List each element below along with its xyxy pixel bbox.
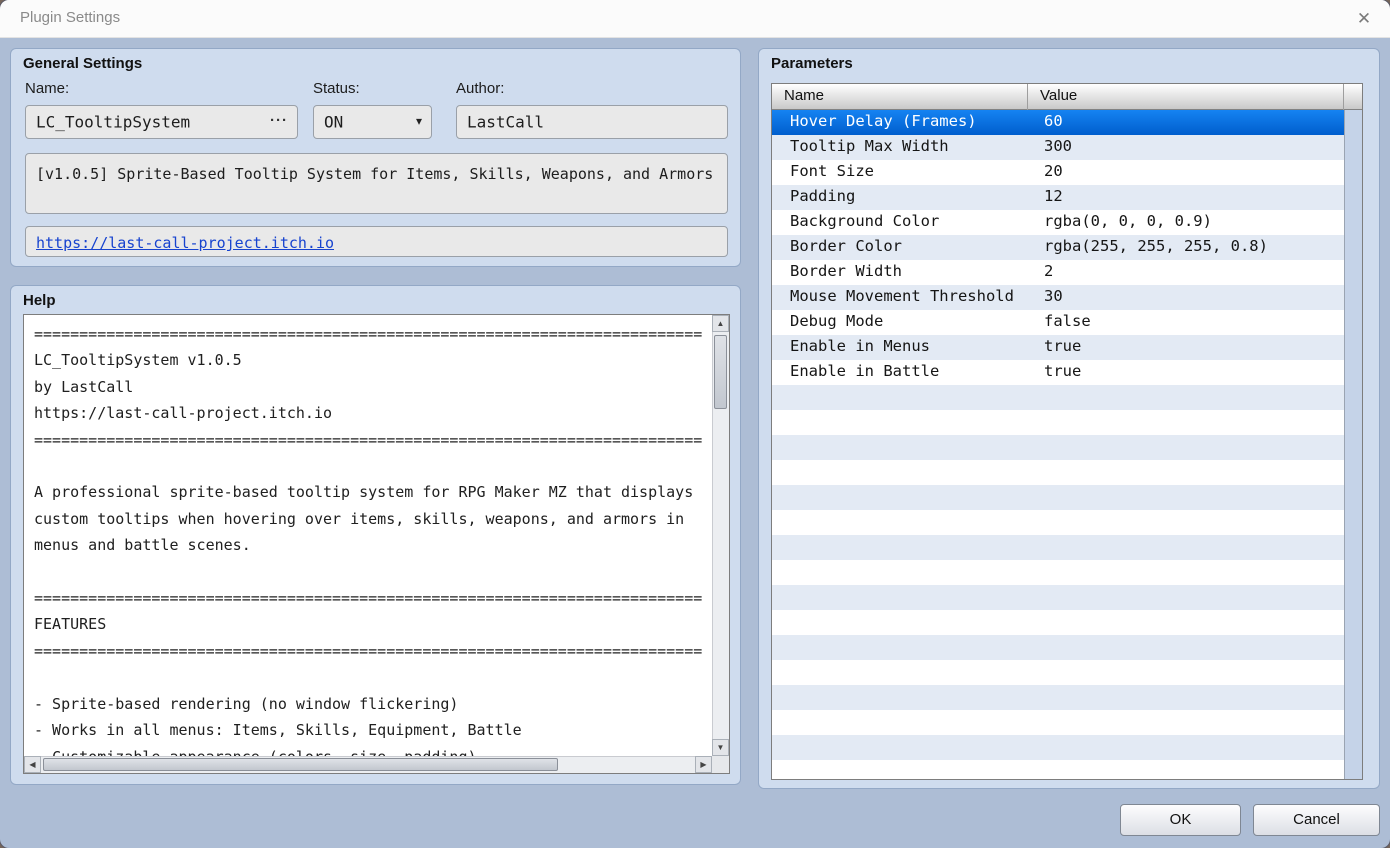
- param-name: Mouse Movement Threshold: [790, 287, 1014, 305]
- param-value: true: [1044, 362, 1082, 380]
- param-row[interactable]: Padding 12: [772, 185, 1344, 210]
- param-row[interactable]: [772, 385, 1344, 410]
- cancel-button[interactable]: Cancel: [1253, 804, 1380, 836]
- param-row[interactable]: [772, 710, 1344, 735]
- param-row[interactable]: Enable in Menus true: [772, 335, 1344, 360]
- param-row[interactable]: Background Color rgba(0, 0, 0, 0.9): [772, 210, 1344, 235]
- param-row[interactable]: [772, 510, 1344, 535]
- parameters-table-body: Hover Delay (Frames) 60 Tooltip Max Widt…: [772, 110, 1344, 779]
- status-select[interactable]: ON ▼: [313, 105, 432, 139]
- param-row[interactable]: Debug Mode false: [772, 310, 1344, 335]
- scroll-right-icon[interactable]: ▶: [695, 756, 712, 773]
- column-header-name[interactable]: Name: [772, 84, 1028, 110]
- param-value: 60: [1044, 112, 1063, 130]
- window-title: Plugin Settings: [20, 9, 121, 26]
- param-row[interactable]: [772, 635, 1344, 660]
- more-options-icon[interactable]: ···: [270, 112, 288, 129]
- plugin-url-link[interactable]: https://last-call-project.itch.io: [36, 234, 334, 252]
- param-name: Enable in Battle: [790, 362, 940, 380]
- param-value: rgba(255, 255, 255, 0.8): [1044, 237, 1268, 255]
- param-name: Enable in Menus: [790, 337, 930, 355]
- plugin-settings-dialog: Plugin Settings ✕ General Settings Name:…: [0, 0, 1390, 848]
- title-bar: Plugin Settings ✕: [0, 0, 1390, 38]
- param-row[interactable]: Hover Delay (Frames) 60: [772, 110, 1344, 135]
- param-name: Font Size: [790, 162, 874, 180]
- close-icon[interactable]: ✕: [1350, 6, 1378, 32]
- author-field[interactable]: LastCall: [456, 105, 728, 139]
- help-title: Help: [23, 292, 56, 309]
- param-name: Tooltip Max Width: [790, 137, 949, 155]
- param-row[interactable]: [772, 535, 1344, 560]
- parameters-scrollbar-track[interactable]: [1344, 110, 1362, 779]
- parameters-table-header: Name Value: [772, 84, 1362, 110]
- param-row[interactable]: Tooltip Max Width 300: [772, 135, 1344, 160]
- chevron-down-icon: ▼: [415, 116, 422, 128]
- param-row[interactable]: Font Size 20: [772, 160, 1344, 185]
- help-textarea[interactable]: ========================================…: [23, 314, 730, 774]
- column-header-value[interactable]: Value: [1028, 84, 1344, 110]
- param-row[interactable]: [772, 460, 1344, 485]
- plugin-link-box: https://last-call-project.itch.io: [25, 226, 728, 257]
- plugin-name-field[interactable]: LC_TooltipSystem ···: [25, 105, 298, 139]
- param-row[interactable]: [772, 685, 1344, 710]
- plugin-name-value: LC_TooltipSystem: [36, 112, 191, 132]
- status-label: Status:: [313, 80, 360, 97]
- param-row[interactable]: [772, 610, 1344, 635]
- param-row[interactable]: [772, 735, 1344, 760]
- scroll-left-icon[interactable]: ◀: [24, 756, 41, 773]
- param-value: 300: [1044, 137, 1072, 155]
- param-name: Padding: [790, 187, 856, 205]
- param-value: rgba(0, 0, 0, 0.9): [1044, 212, 1212, 230]
- scroll-down-icon[interactable]: ▼: [712, 739, 729, 756]
- author-value: LastCall: [467, 112, 545, 132]
- vertical-scroll-thumb[interactable]: [714, 335, 727, 409]
- horizontal-scroll-thumb[interactable]: [43, 758, 558, 771]
- parameters-table: Name Value Hover Delay (Frames) 60 Toolt…: [771, 83, 1363, 780]
- scrollbar-corner: [712, 756, 729, 773]
- param-row[interactable]: Mouse Movement Threshold 30: [772, 285, 1344, 310]
- param-name: Border Color: [790, 237, 902, 255]
- ok-button[interactable]: OK: [1120, 804, 1241, 836]
- param-row[interactable]: [772, 485, 1344, 510]
- general-settings-title: General Settings: [23, 55, 143, 72]
- param-value: true: [1044, 337, 1082, 355]
- param-value: false: [1044, 312, 1091, 330]
- param-name: Background Color: [790, 212, 940, 230]
- param-name: Border Width: [790, 262, 902, 280]
- help-vertical-scrollbar[interactable]: ▲ ▼: [712, 315, 729, 756]
- plugin-description: [v1.0.5] Sprite-Based Tooltip System for…: [36, 165, 714, 183]
- param-row[interactable]: [772, 410, 1344, 435]
- column-header-stub: [1344, 84, 1362, 110]
- status-value: ON: [324, 112, 344, 132]
- general-settings-panel: General Settings Name: Status: Author: L…: [10, 48, 741, 267]
- param-row[interactable]: [772, 435, 1344, 460]
- scroll-up-icon[interactable]: ▲: [712, 315, 729, 332]
- name-label: Name:: [25, 80, 70, 97]
- param-row[interactable]: Border Width 2: [772, 260, 1344, 285]
- parameters-title: Parameters: [771, 55, 853, 72]
- author-label: Author:: [456, 80, 505, 97]
- param-value: 30: [1044, 287, 1063, 305]
- param-row[interactable]: Border Color rgba(255, 255, 255, 0.8): [772, 235, 1344, 260]
- param-row[interactable]: Enable in Battle true: [772, 360, 1344, 385]
- param-value: 12: [1044, 187, 1063, 205]
- help-panel: Help ===================================…: [10, 285, 741, 785]
- param-value: 20: [1044, 162, 1063, 180]
- param-name: Debug Mode: [790, 312, 884, 330]
- param-value: 2: [1044, 262, 1054, 280]
- param-row[interactable]: [772, 585, 1344, 610]
- parameters-panel: Parameters Name Value Hover Delay (Frame…: [758, 48, 1380, 789]
- param-row[interactable]: [772, 660, 1344, 685]
- param-row[interactable]: [772, 560, 1344, 585]
- plugin-description-box: [v1.0.5] Sprite-Based Tooltip System for…: [25, 153, 728, 214]
- help-horizontal-scrollbar[interactable]: ◀ ▶: [24, 756, 712, 773]
- param-name: Hover Delay (Frames): [790, 112, 977, 130]
- help-text: ========================================…: [34, 325, 703, 756]
